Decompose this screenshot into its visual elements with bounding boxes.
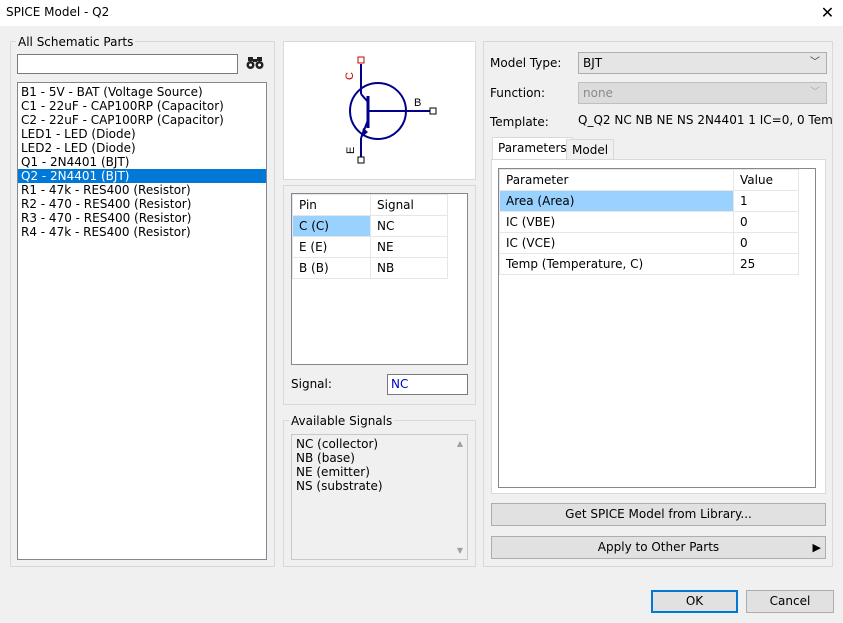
params-cell-name[interactable]: IC (VCE) — [499, 232, 734, 254]
params-cell-name[interactable]: Area (Area) — [499, 190, 734, 212]
pins-row[interactable]: E (E) NE — [292, 236, 448, 258]
params-row[interactable]: IC (VBE) 0 — [499, 211, 799, 233]
pins-row[interactable]: B (B) NB — [292, 257, 448, 279]
parts-search-input[interactable] — [17, 54, 238, 74]
pins-cell-pin[interactable]: C (C) — [292, 215, 371, 237]
tab-parameters[interactable]: Parameters — [492, 137, 573, 160]
template-label: Template: — [490, 115, 549, 129]
params-row[interactable]: IC (VCE) 0 — [499, 232, 799, 254]
chevron-down-icon: ﹀ — [810, 57, 820, 68]
arrow-right-icon: ▶ — [812, 541, 821, 554]
apply-button-label: Apply to Other Parts — [597, 540, 720, 554]
close-icon[interactable]: ✕ — [812, 0, 843, 26]
function-label: Function: — [490, 86, 546, 100]
pins-cell-signal[interactable]: NC — [370, 215, 448, 237]
available-signal-item[interactable]: NS (substrate) — [296, 479, 463, 493]
parts-list-item[interactable]: R1 - 47k - RES400 (Resistor) — [18, 183, 266, 197]
symbol-pin-b-label: B — [414, 97, 421, 109]
params-cell-value[interactable]: 25 — [733, 253, 799, 275]
parts-list-item[interactable]: LED2 - LED (Diode) — [18, 141, 266, 155]
params-row[interactable]: Area (Area) 1 — [499, 190, 799, 212]
symbol-pin-e-label: E — [345, 147, 357, 154]
get-spice-model-button[interactable]: Get SPICE Model from Library... — [491, 503, 826, 526]
parameters-grid[interactable]: Parameter Value Area (Area) 1 IC (VBE) 0… — [498, 168, 816, 488]
params-header-parameter: Parameter — [499, 169, 734, 191]
pins-cell-signal[interactable]: NB — [370, 257, 448, 279]
pins-header-signal: Signal — [370, 194, 448, 216]
parts-list-item[interactable]: B1 - 5V - BAT (Voltage Source) — [18, 85, 266, 99]
parts-list-item[interactable]: LED1 - LED (Diode) — [18, 127, 266, 141]
chevron-down-icon: ﹀ — [810, 87, 820, 98]
pins-table: Pin Signal C (C) NC E (E) NE B (B) NB — [292, 194, 448, 279]
available-signal-item[interactable]: NB (base) — [296, 451, 463, 465]
model-type-value: BJT — [583, 56, 603, 70]
parts-list-item[interactable]: C2 - 22uF - CAP100RP (Capacitor) — [18, 113, 266, 127]
function-select[interactable]: none ﹀ — [578, 82, 827, 104]
available-signals-list[interactable]: NC (collector) NB (base) NE (emitter) NS… — [291, 434, 468, 560]
parts-list-item[interactable]: R2 - 470 - RES400 (Resistor) — [18, 197, 266, 211]
symbol-preview: C B E — [283, 41, 476, 180]
ok-button[interactable]: OK — [651, 590, 738, 613]
parts-list[interactable]: B1 - 5V - BAT (Voltage Source) C1 - 22uF… — [17, 82, 267, 560]
params-cell-name[interactable]: IC (VBE) — [499, 211, 734, 233]
pins-row[interactable]: C (C) NC — [292, 215, 448, 237]
scroll-down-icon[interactable]: ▼ — [457, 546, 463, 555]
params-header-row: Parameter Value — [499, 169, 799, 191]
window-title: SPICE Model - Q2 — [6, 5, 110, 19]
parts-label: All Schematic Parts — [16, 35, 136, 49]
tab-model[interactable]: Model — [566, 139, 615, 160]
signal-label: Signal: — [291, 377, 332, 391]
parts-list-item[interactable]: Q1 - 2N4401 (BJT) — [18, 155, 266, 169]
pins-header-pin: Pin — [292, 194, 371, 216]
params-row[interactable]: Temp (Temperature, C) 25 — [499, 253, 799, 275]
model-type-label: Model Type: — [490, 56, 562, 70]
available-signal-item[interactable]: NC (collector) — [296, 437, 463, 451]
parts-list-item-selected[interactable]: Q2 - 2N4401 (BJT) — [18, 169, 266, 183]
available-signals-label: Available Signals — [289, 414, 395, 428]
params-cell-name[interactable]: Temp (Temperature, C) — [499, 253, 734, 275]
params-header-value: Value — [733, 169, 799, 191]
parts-list-item[interactable]: R4 - 47k - RES400 (Resistor) — [18, 225, 266, 239]
symbol-pin-c-label: C — [344, 72, 356, 80]
pins-cell-signal[interactable]: NE — [370, 236, 448, 258]
params-cell-value[interactable]: 0 — [733, 232, 799, 254]
model-type-select[interactable]: BJT ﹀ — [578, 52, 827, 74]
params-cell-value[interactable]: 1 — [733, 190, 799, 212]
function-value: none — [583, 86, 613, 100]
parts-list-item[interactable]: C1 - 22uF - CAP100RP (Capacitor) — [18, 99, 266, 113]
title-bar: SPICE Model - Q2 ✕ — [0, 0, 843, 26]
pins-header-row: Pin Signal — [292, 194, 448, 216]
pins-cell-pin[interactable]: E (E) — [292, 236, 371, 258]
template-value: Q_Q2 NC NB NE NS 2N4401 1 IC=0, 0 Temp — [578, 113, 833, 127]
signal-input-value: NC — [391, 377, 409, 391]
scroll-up-icon[interactable]: ▲ — [457, 439, 463, 448]
signal-input[interactable]: NC — [387, 374, 468, 395]
binoculars-icon[interactable] — [246, 55, 264, 71]
apply-to-other-parts-button[interactable]: Apply to Other Parts ▶ — [491, 536, 826, 559]
pins-grid[interactable]: Pin Signal C (C) NC E (E) NE B (B) NB — [291, 193, 468, 365]
available-signal-item[interactable]: NE (emitter) — [296, 465, 463, 479]
params-cell-value[interactable]: 0 — [733, 211, 799, 233]
cancel-button[interactable]: Cancel — [746, 590, 834, 613]
pins-cell-pin[interactable]: B (B) — [292, 257, 371, 279]
parameters-table: Parameter Value Area (Area) 1 IC (VBE) 0… — [499, 169, 799, 275]
parts-list-item[interactable]: R3 - 470 - RES400 (Resistor) — [18, 211, 266, 225]
